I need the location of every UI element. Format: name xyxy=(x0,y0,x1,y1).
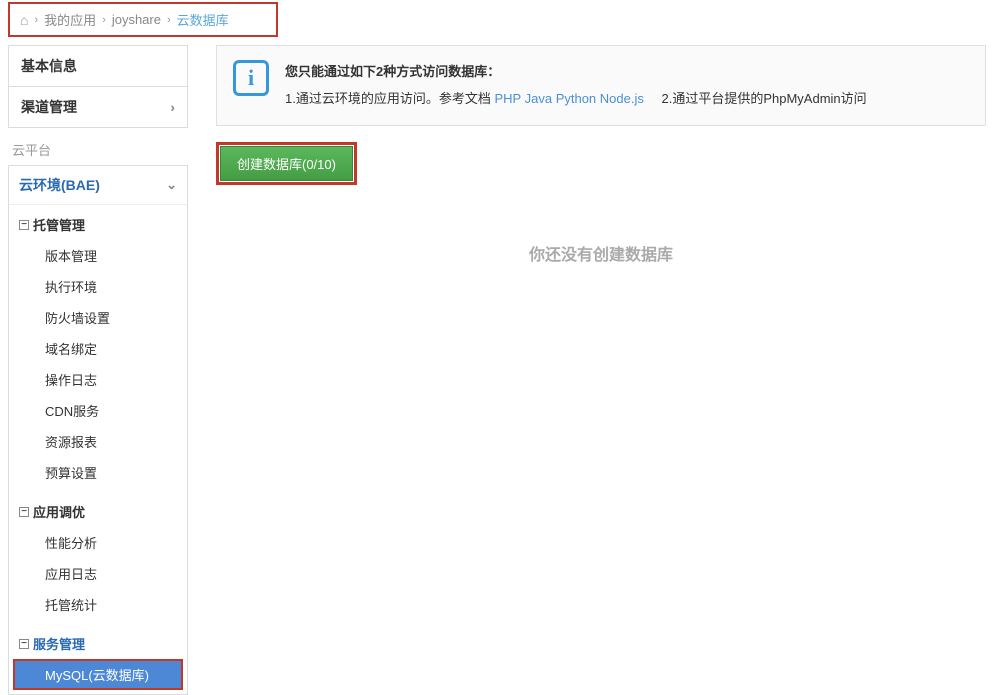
tree-group-head[interactable]: − 服务管理 xyxy=(9,628,187,659)
tree-item[interactable]: 应用日志 xyxy=(9,558,187,589)
info-text: 您只能通过如下2种方式访问数据库： 1.通过云环境的应用访问。参考文档 PHP … xyxy=(285,60,867,111)
group-label: 服务管理 xyxy=(33,634,85,653)
main-nav: 基本信息 渠道管理 › xyxy=(8,45,188,128)
chevron-right-icon: › xyxy=(102,14,106,26)
nav-label: 渠道管理 xyxy=(21,97,77,117)
doc-link-nodejs[interactable]: Node.js xyxy=(600,91,644,106)
info-box: i 您只能通过如下2种方式访问数据库： 1.通过云环境的应用访问。参考文档 PH… xyxy=(216,45,986,126)
breadcrumb: ⌂ › 我的应用 › joyshare › 云数据库 xyxy=(8,2,278,37)
info-title: 您只能通过如下2种方式访问数据库： xyxy=(285,60,867,85)
collapse-icon: − xyxy=(19,639,29,649)
breadcrumb-current: 云数据库 xyxy=(177,10,229,29)
tree-item[interactable]: 托管统计 xyxy=(9,589,187,620)
nav-label: 基本信息 xyxy=(21,56,77,76)
nav-tree: 云环境(BAE) ⌄ − 托管管理 版本管理 执行环境 防火墙设置 域名绑定 操… xyxy=(8,165,188,695)
chevron-right-icon: › xyxy=(167,14,171,26)
sidebar: 基本信息 渠道管理 › 云平台 云环境(BAE) ⌄ − 托管管理 版本管理 执… xyxy=(8,45,188,695)
group-label: 托管管理 xyxy=(33,215,85,234)
nav-section-bae[interactable]: 云环境(BAE) ⌄ xyxy=(9,166,187,205)
info-line-2: 2.通过平台提供的PhpMyAdmin访问 xyxy=(662,91,867,106)
section-label: 云环境(BAE) xyxy=(19,175,100,195)
home-icon[interactable]: ⌂ xyxy=(20,12,28,28)
empty-state: 你还没有创建数据库 xyxy=(216,185,986,321)
doc-link-python[interactable]: Python xyxy=(556,91,596,106)
tree-item[interactable]: 域名绑定 xyxy=(9,333,187,364)
info-line-prefix: 1.通过云环境的应用访问。参考文档 xyxy=(285,91,494,106)
tree-group-services: − 服务管理 MySQL(云数据库) xyxy=(9,624,187,694)
chevron-right-icon: › xyxy=(170,99,175,115)
info-line: 1.通过云环境的应用访问。参考文档 PHP Java Python Node.j… xyxy=(285,87,867,112)
nav-channel-mgmt[interactable]: 渠道管理 › xyxy=(9,87,187,127)
tree-group-head[interactable]: − 托管管理 xyxy=(9,209,187,240)
create-db-highlight: 创建数据库(0/10) xyxy=(216,142,357,185)
chevron-down-icon: ⌄ xyxy=(166,177,177,193)
tree-item[interactable]: 执行环境 xyxy=(9,271,187,302)
collapse-icon: − xyxy=(19,220,29,230)
tree-item[interactable]: 资源报表 xyxy=(9,426,187,457)
tree-group-hosting: − 托管管理 版本管理 执行环境 防火墙设置 域名绑定 操作日志 CDN服务 资… xyxy=(9,205,187,492)
breadcrumb-item[interactable]: joyshare xyxy=(112,12,161,27)
tree-group-head[interactable]: − 应用调优 xyxy=(9,496,187,527)
collapse-icon: − xyxy=(19,507,29,517)
tree-item[interactable]: 版本管理 xyxy=(9,240,187,271)
breadcrumb-item[interactable]: 我的应用 xyxy=(44,10,96,29)
tree-item-mysql[interactable]: MySQL(云数据库) xyxy=(13,659,183,690)
doc-link-java[interactable]: Java xyxy=(525,91,552,106)
tree-item[interactable]: 性能分析 xyxy=(9,527,187,558)
group-label: 应用调优 xyxy=(33,502,85,521)
tree-group-tuning: − 应用调优 性能分析 应用日志 托管统计 xyxy=(9,492,187,624)
platform-label: 云平台 xyxy=(8,128,188,165)
create-database-button[interactable]: 创建数据库(0/10) xyxy=(220,146,353,181)
nav-basic-info[interactable]: 基本信息 xyxy=(9,46,187,87)
doc-link-php[interactable]: PHP xyxy=(494,91,521,106)
chevron-right-icon: › xyxy=(34,14,38,26)
tree-item[interactable]: CDN服务 xyxy=(9,395,187,426)
info-icon: i xyxy=(233,60,269,96)
main-content: i 您只能通过如下2种方式访问数据库： 1.通过云环境的应用访问。参考文档 PH… xyxy=(188,45,986,695)
tree-item[interactable]: 预算设置 xyxy=(9,457,187,488)
tree-item[interactable]: 防火墙设置 xyxy=(9,302,187,333)
tree-item[interactable]: 操作日志 xyxy=(9,364,187,395)
